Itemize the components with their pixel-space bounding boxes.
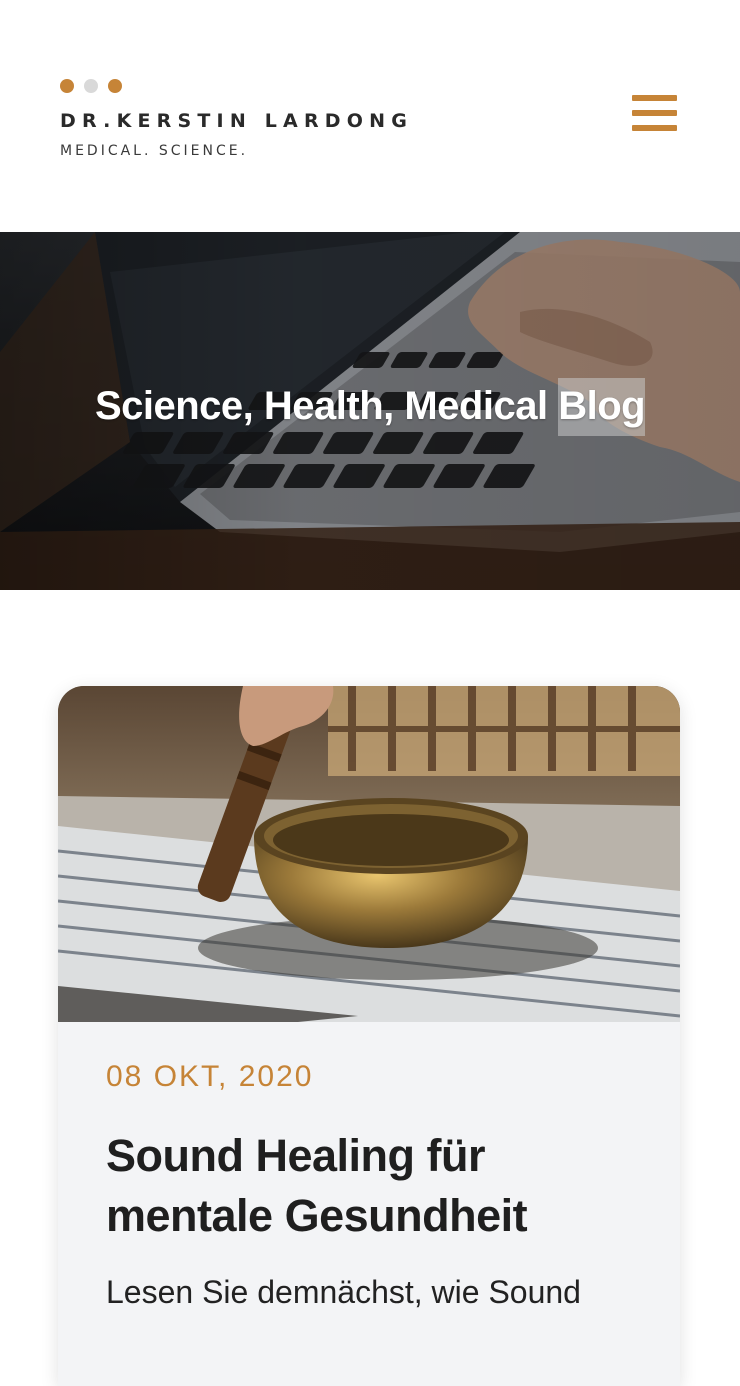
logo-tagline: MEDICAL. SCIENCE. [60,143,249,159]
post-date: 08 OKT, 2020 [106,1060,314,1093]
page-title-highlight: Blog [558,378,646,436]
post-title[interactable]: Sound Healing für mentale Gesundheit [106,1126,646,1246]
page-title: Science, Health, Medical Blog [0,378,740,436]
blog-post-card[interactable]: 08 OKT, 2020 Sound Healing für mentale G… [58,686,680,1386]
site-logo[interactable]: DR.KERSTIN LARDONG MEDICAL. SCIENCE. [60,78,480,168]
logo-dot [108,79,122,93]
hero-banner: Science, Health, Medical Blog [0,232,740,590]
logo-name: DR.KERSTIN LARDONG [60,110,413,132]
post-excerpt: Lesen Sie demnächst, wie Sound [106,1274,581,1310]
logo-dot [84,79,98,93]
singing-bowl-image [58,686,680,1022]
site-header: DR.KERSTIN LARDONG MEDICAL. SCIENCE. [0,0,740,232]
post-featured-image[interactable] [58,686,680,1022]
page-title-text: Science, Health, Medical [94,384,559,428]
logo-dot [60,79,74,93]
hamburger-menu-button[interactable] [632,95,678,133]
hamburger-icon [632,95,677,101]
hamburger-icon [632,125,677,131]
hamburger-icon [632,110,677,116]
